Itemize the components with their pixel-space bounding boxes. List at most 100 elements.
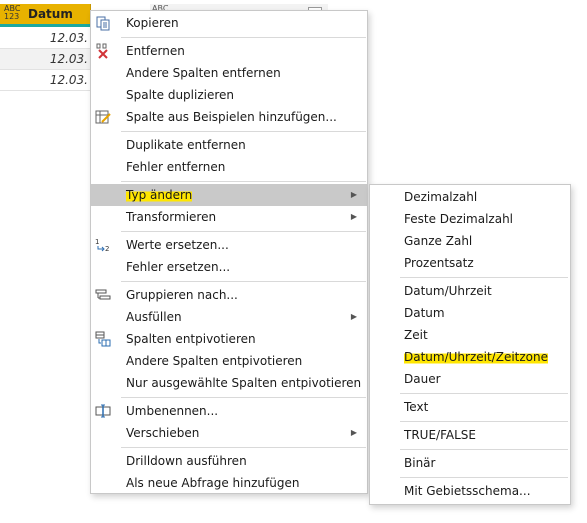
menu-item-add-as-new-query[interactable]: Als neue Abfrage hinzufügen: [91, 472, 367, 494]
menu-item-move[interactable]: Verschieben ▶: [91, 422, 367, 444]
type-option-using-locale[interactable]: Mit Gebietsschema...: [370, 480, 570, 502]
type-option-datetime[interactable]: Datum/Uhrzeit: [370, 280, 570, 302]
type-option-label: Datum/Uhrzeit: [404, 284, 492, 298]
menu-item-label: Verschieben: [126, 426, 200, 440]
type-option-label: Datum: [404, 306, 445, 320]
menu-item-fill[interactable]: Ausfüllen ▶: [91, 306, 367, 328]
table-cell[interactable]: 12.03.: [0, 70, 90, 91]
menu-separator: [121, 181, 366, 182]
menu-item-label: Spalte aus Beispielen hinzufügen...: [126, 110, 337, 124]
menu-item-label: Als neue Abfrage hinzufügen: [126, 476, 300, 490]
submenu-arrow-icon: ▶: [350, 212, 357, 221]
type-option-duration[interactable]: Dauer: [370, 368, 570, 390]
menu-item-unpivot-selected-columns[interactable]: Nur ausgewählte Spalten entpivotieren: [91, 372, 367, 394]
group-by-icon: [95, 287, 111, 303]
rename-icon: [95, 403, 111, 419]
unpivot-icon: [95, 331, 111, 347]
menu-item-label: Gruppieren nach...: [126, 288, 238, 302]
type-option-true-false[interactable]: TRUE/FALSE: [370, 424, 570, 446]
menu-item-column-from-examples[interactable]: Spalte aus Beispielen hinzufügen...: [91, 106, 367, 128]
menu-separator: [121, 37, 366, 38]
column-from-examples-icon: [95, 109, 111, 125]
menu-item-remove-duplicates[interactable]: Duplikate entfernen: [91, 134, 367, 156]
menu-separator: [400, 277, 568, 278]
column-context-menu: Kopieren Entfernen Andere Spalten entfer…: [90, 10, 368, 494]
type-badge-bottom: 123: [4, 12, 20, 21]
svg-text:2: 2: [105, 245, 109, 253]
menu-item-label: Kopieren: [126, 16, 179, 30]
menu-separator: [121, 281, 366, 282]
menu-item-transform[interactable]: Transformieren ▶: [91, 206, 367, 228]
type-option-label: Zeit: [404, 328, 428, 342]
menu-item-group-by[interactable]: Gruppieren nach...: [91, 284, 367, 306]
type-badge-icon[interactable]: ABC 123: [4, 5, 20, 21]
submenu-arrow-icon: ▶: [350, 190, 357, 199]
menu-item-label: Werte ersetzen...: [126, 238, 229, 252]
table-cell[interactable]: 12.03.: [0, 49, 90, 70]
type-option-label: Binär: [404, 456, 436, 470]
type-option-label: Feste Dezimalzahl: [404, 212, 514, 226]
menu-item-rename[interactable]: Umbenennen...: [91, 400, 367, 422]
type-option-fixed-decimal[interactable]: Feste Dezimalzahl: [370, 208, 570, 230]
type-option-label: Ganze Zahl: [404, 234, 473, 248]
menu-item-label: Ausfüllen: [126, 310, 182, 324]
menu-item-label: Andere Spalten entfernen: [126, 66, 281, 80]
column-header-datum[interactable]: ABC 123 Datum: [0, 4, 91, 24]
replace-values-icon: 12: [95, 237, 111, 253]
type-option-label: Datum/Uhrzeit/Zeitzone: [404, 346, 548, 368]
type-option-percentage[interactable]: Prozentsatz: [370, 252, 570, 274]
menu-item-label: Fehler ersetzen...: [126, 260, 231, 274]
menu-item-label: Spalte duplizieren: [126, 88, 235, 102]
menu-item-change-type[interactable]: Typ ändern ▶: [91, 184, 367, 206]
menu-separator: [400, 449, 568, 450]
menu-item-label: Duplikate entfernen: [126, 138, 246, 152]
menu-item-replace-values[interactable]: 12 Werte ersetzen...: [91, 234, 367, 256]
menu-separator: [121, 447, 366, 448]
menu-separator: [121, 231, 366, 232]
type-option-label: Dezimalzahl: [404, 190, 478, 204]
submenu-arrow-icon: ▶: [350, 428, 357, 437]
menu-item-label: Andere Spalten entpivotieren: [126, 354, 303, 368]
menu-item-drilldown[interactable]: Drilldown ausführen: [91, 450, 367, 472]
menu-item-replace-errors[interactable]: Fehler ersetzen...: [91, 256, 367, 278]
type-option-whole-number[interactable]: Ganze Zahl: [370, 230, 570, 252]
menu-item-unpivot-other-columns[interactable]: Andere Spalten entpivotieren: [91, 350, 367, 372]
type-option-label: Text: [404, 400, 429, 414]
menu-item-duplicate-column[interactable]: Spalte duplizieren: [91, 84, 367, 106]
type-option-label: Dauer: [404, 372, 441, 386]
type-option-label: Prozentsatz: [404, 256, 474, 270]
type-option-date[interactable]: Datum: [370, 302, 570, 324]
menu-item-remove-errors[interactable]: Fehler entfernen: [91, 156, 367, 178]
type-option-label: TRUE/FALSE: [404, 428, 476, 442]
menu-item-label: Umbenennen...: [126, 404, 219, 418]
menu-item-label: Nur ausgewählte Spalten entpivotieren: [126, 376, 362, 390]
menu-item-copy[interactable]: Kopieren: [91, 12, 367, 34]
menu-separator: [400, 421, 568, 422]
submenu-arrow-icon: ▶: [350, 312, 357, 321]
menu-item-remove-other-columns[interactable]: Andere Spalten entfernen: [91, 62, 367, 84]
menu-item-label: Entfernen: [126, 44, 185, 58]
table-cell[interactable]: 12.03.: [0, 28, 90, 49]
menu-item-unpivot-columns[interactable]: Spalten entpivotieren: [91, 328, 367, 350]
menu-item-remove[interactable]: Entfernen: [91, 40, 367, 62]
type-option-text[interactable]: Text: [370, 396, 570, 418]
copy-icon: [95, 15, 111, 31]
menu-item-label: Drilldown ausführen: [126, 454, 247, 468]
type-option-binary[interactable]: Binär: [370, 452, 570, 474]
menu-item-label: Transformieren: [126, 210, 217, 224]
column-header-label: Datum: [28, 7, 73, 21]
menu-item-label: Spalten entpivotieren: [126, 332, 256, 346]
menu-separator: [121, 397, 366, 398]
menu-separator: [400, 477, 568, 478]
change-type-submenu: Dezimalzahl Feste Dezimalzahl Ganze Zahl…: [369, 184, 571, 505]
type-option-time[interactable]: Zeit: [370, 324, 570, 346]
menu-item-label: Typ ändern: [126, 184, 193, 206]
remove-column-icon: [95, 43, 111, 59]
svg-text:1: 1: [95, 238, 99, 246]
type-option-datetimezone[interactable]: Datum/Uhrzeit/Zeitzone: [370, 346, 570, 368]
type-option-decimal[interactable]: Dezimalzahl: [370, 186, 570, 208]
type-option-label: Mit Gebietsschema...: [404, 484, 531, 498]
menu-item-label: Fehler entfernen: [126, 160, 226, 174]
menu-separator: [121, 131, 366, 132]
menu-separator: [400, 393, 568, 394]
